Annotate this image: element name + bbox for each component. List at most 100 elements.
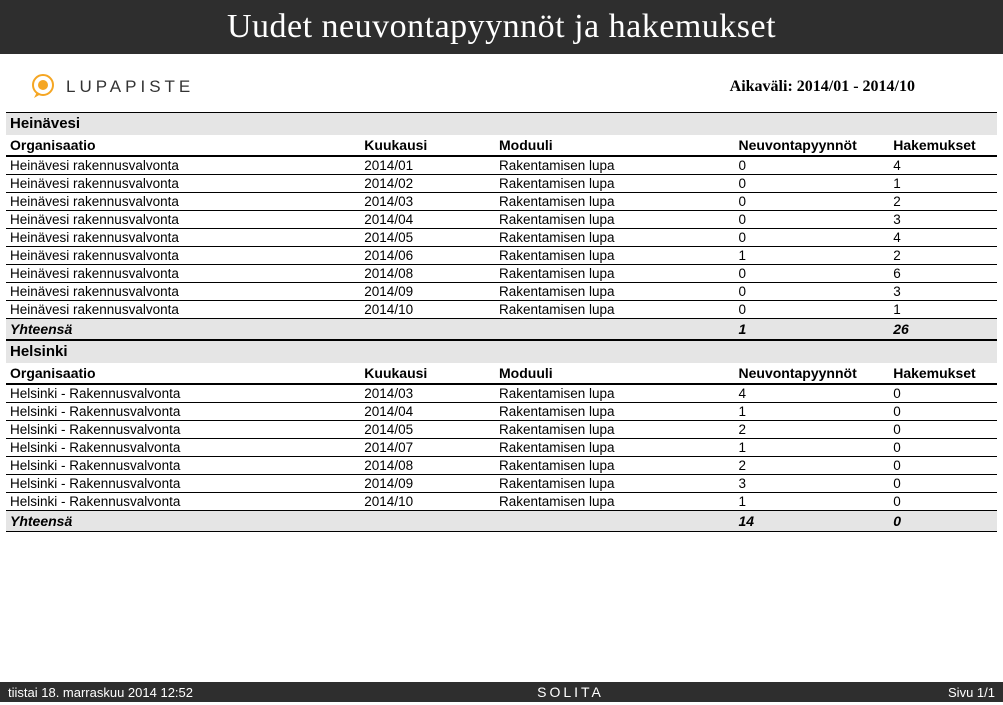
cell-module: Rakentamisen lupa	[499, 176, 739, 191]
table-row: Helsinki - Rakennusvalvonta2014/03Rakent…	[6, 385, 997, 403]
totals-requests: 14	[739, 513, 894, 529]
cell-org: Helsinki - Rakennusvalvonta	[10, 404, 364, 419]
column-header-requests: Neuvontapyynnöt	[739, 137, 894, 153]
cell-applications: 4	[893, 158, 993, 173]
cell-applications: 0	[893, 494, 993, 509]
section-header: Helsinki	[6, 340, 997, 363]
totals-applications: 26	[893, 321, 993, 337]
footer-timestamp: tiistai 18. marraskuu 2014 12:52	[8, 685, 193, 700]
table-header-row: OrganisaatioKuukausiModuuliNeuvontapyynn…	[6, 363, 997, 385]
cell-applications: 1	[893, 176, 993, 191]
table-row: Heinävesi rakennusvalvonta2014/01Rakenta…	[6, 157, 997, 175]
cell-module: Rakentamisen lupa	[499, 302, 739, 317]
table-row: Heinävesi rakennusvalvonta2014/10Rakenta…	[6, 301, 997, 319]
cell-applications: 4	[893, 230, 993, 245]
table-row: Heinävesi rakennusvalvonta2014/06Rakenta…	[6, 247, 997, 265]
cell-applications: 2	[893, 194, 993, 209]
cell-org: Helsinki - Rakennusvalvonta	[10, 386, 364, 401]
totals-label: Yhteensä	[10, 513, 364, 529]
cell-month: 2014/06	[364, 248, 499, 263]
brand-logo: LUPAPISTE	[28, 72, 194, 102]
cell-applications: 1	[893, 302, 993, 317]
cell-requests: 0	[739, 302, 894, 317]
cell-month: 2014/08	[364, 266, 499, 281]
cell-month: 2014/10	[364, 302, 499, 317]
cell-org: Heinävesi rakennusvalvonta	[10, 266, 364, 281]
totals-requests: 1	[739, 321, 894, 337]
cell-month: 2014/04	[364, 212, 499, 227]
cell-module: Rakentamisen lupa	[499, 476, 739, 491]
report-body: HeinävesiOrganisaatioKuukausiModuuliNeuv…	[0, 112, 1003, 532]
cell-month: 2014/08	[364, 458, 499, 473]
footer-page: Sivu 1/1	[948, 685, 995, 700]
cell-org: Helsinki - Rakennusvalvonta	[10, 422, 364, 437]
speech-bubble-icon	[28, 72, 58, 102]
table-row: Heinävesi rakennusvalvonta2014/04Rakenta…	[6, 211, 997, 229]
cell-month: 2014/01	[364, 158, 499, 173]
cell-requests: 2	[739, 422, 894, 437]
cell-requests: 0	[739, 284, 894, 299]
cell-requests: 4	[739, 386, 894, 401]
cell-applications: 6	[893, 266, 993, 281]
cell-org: Heinävesi rakennusvalvonta	[10, 302, 364, 317]
table-row: Helsinki - Rakennusvalvonta2014/10Rakent…	[6, 493, 997, 511]
cell-applications: 0	[893, 476, 993, 491]
table-row: Heinävesi rakennusvalvonta2014/08Rakenta…	[6, 265, 997, 283]
table-row: Helsinki - Rakennusvalvonta2014/05Rakent…	[6, 421, 997, 439]
report-title: Uudet neuvontapyynnöt ja hakemukset	[20, 8, 983, 46]
cell-month: 2014/09	[364, 476, 499, 491]
cell-requests: 0	[739, 212, 894, 227]
cell-module: Rakentamisen lupa	[499, 284, 739, 299]
cell-requests: 0	[739, 176, 894, 191]
totals-applications: 0	[893, 513, 993, 529]
cell-requests: 1	[739, 494, 894, 509]
column-header-module: Moduuli	[499, 137, 739, 153]
cell-requests: 0	[739, 230, 894, 245]
cell-org: Helsinki - Rakennusvalvonta	[10, 476, 364, 491]
section-name: Helsinki	[10, 343, 68, 360]
footer-vendor: SOLITA	[537, 684, 604, 700]
table-row: Heinävesi rakennusvalvonta2014/02Rakenta…	[6, 175, 997, 193]
cell-module: Rakentamisen lupa	[499, 440, 739, 455]
cell-module: Rakentamisen lupa	[499, 212, 739, 227]
column-header-org: Organisaatio	[10, 137, 364, 153]
cell-org: Heinävesi rakennusvalvonta	[10, 158, 364, 173]
table-row: Heinävesi rakennusvalvonta2014/03Rakenta…	[6, 193, 997, 211]
totals-row: Yhteensä 140	[6, 511, 997, 532]
table-row: Helsinki - Rakennusvalvonta2014/08Rakent…	[6, 457, 997, 475]
cell-requests: 2	[739, 458, 894, 473]
table-row: Heinävesi rakennusvalvonta2014/09Rakenta…	[6, 283, 997, 301]
cell-month: 2014/07	[364, 440, 499, 455]
cell-applications: 0	[893, 440, 993, 455]
cell-module: Rakentamisen lupa	[499, 458, 739, 473]
table-row: Helsinki - Rakennusvalvonta2014/09Rakent…	[6, 475, 997, 493]
totals-blank	[364, 321, 499, 337]
cell-module: Rakentamisen lupa	[499, 386, 739, 401]
cell-org: Heinävesi rakennusvalvonta	[10, 176, 364, 191]
report-header: Uudet neuvontapyynnöt ja hakemukset	[0, 0, 1003, 54]
cell-month: 2014/03	[364, 386, 499, 401]
cell-month: 2014/05	[364, 230, 499, 245]
totals-label: Yhteensä	[10, 321, 364, 337]
column-header-module: Moduuli	[499, 365, 739, 381]
totals-blank	[499, 513, 739, 529]
cell-org: Heinävesi rakennusvalvonta	[10, 248, 364, 263]
report-footer: tiistai 18. marraskuu 2014 12:52 SOLITA …	[0, 682, 1003, 702]
totals-blank	[499, 321, 739, 337]
cell-applications: 0	[893, 404, 993, 419]
totals-blank	[364, 513, 499, 529]
cell-org: Helsinki - Rakennusvalvonta	[10, 494, 364, 509]
cell-module: Rakentamisen lupa	[499, 422, 739, 437]
cell-month: 2014/05	[364, 422, 499, 437]
cell-module: Rakentamisen lupa	[499, 194, 739, 209]
cell-applications: 0	[893, 386, 993, 401]
cell-month: 2014/09	[364, 284, 499, 299]
brand-name: LUPAPISTE	[66, 77, 194, 97]
cell-applications: 3	[893, 212, 993, 227]
cell-module: Rakentamisen lupa	[499, 266, 739, 281]
cell-module: Rakentamisen lupa	[499, 230, 739, 245]
table-header-row: OrganisaatioKuukausiModuuliNeuvontapyynn…	[6, 135, 997, 157]
column-header-applications: Hakemukset	[893, 137, 993, 153]
cell-month: 2014/02	[364, 176, 499, 191]
cell-module: Rakentamisen lupa	[499, 248, 739, 263]
